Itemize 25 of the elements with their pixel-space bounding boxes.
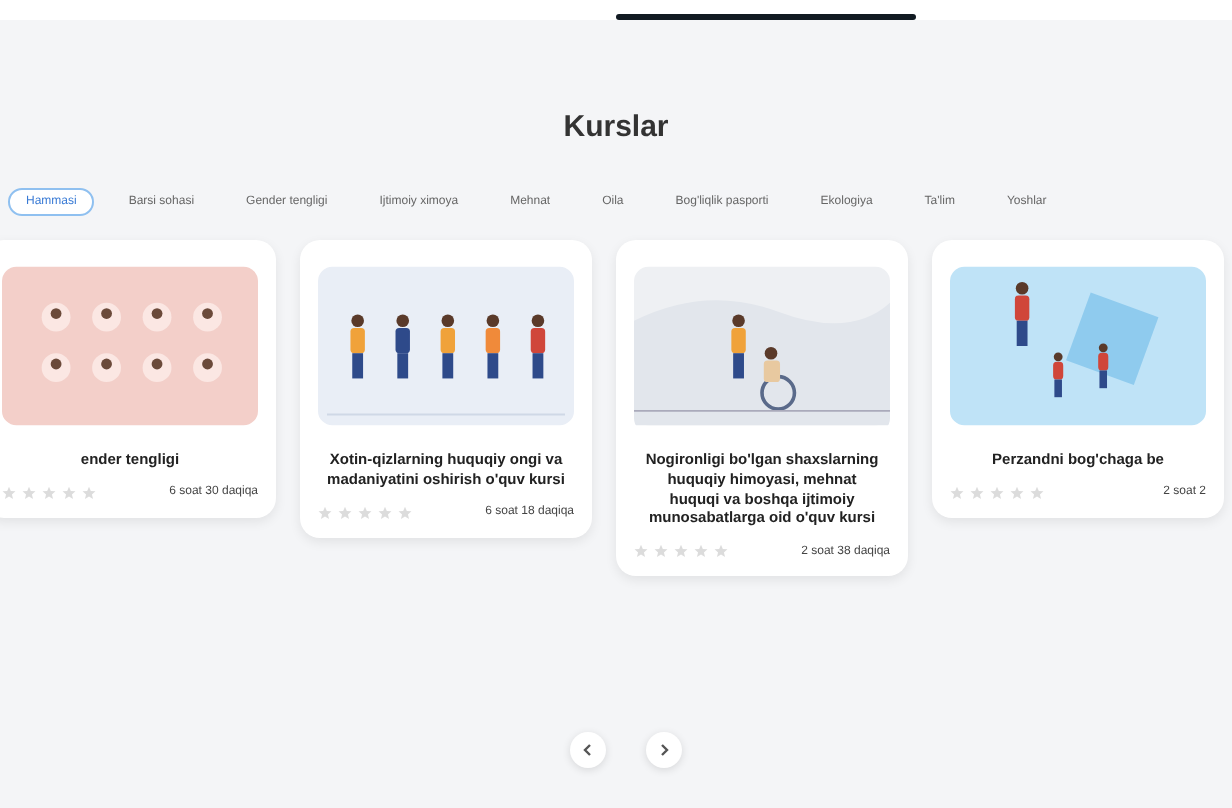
star-icon xyxy=(42,485,56,500)
star-icon xyxy=(398,505,412,519)
star-icon xyxy=(990,485,1004,500)
section-title: Kurslar xyxy=(561,110,671,144)
star-icon xyxy=(674,544,688,558)
star-icon xyxy=(634,544,648,558)
star-icon xyxy=(970,485,984,500)
chevron-left-icon xyxy=(582,744,594,756)
star-icon xyxy=(694,544,708,558)
star-icon xyxy=(378,505,392,519)
star-icon xyxy=(654,544,668,558)
star-icon xyxy=(714,544,728,558)
star-icon xyxy=(82,485,96,500)
star-icon xyxy=(1030,485,1044,500)
star-icon xyxy=(62,485,76,500)
previous-button[interactable] xyxy=(570,732,606,768)
star-icon xyxy=(2,485,16,500)
star-icon xyxy=(318,505,332,519)
star-icon xyxy=(358,505,372,519)
star-icon xyxy=(338,505,352,519)
star-icon xyxy=(22,485,36,500)
chevron-right-icon xyxy=(658,744,670,756)
star-icon xyxy=(1010,485,1024,500)
next-button[interactable] xyxy=(646,732,682,768)
star-icon xyxy=(950,485,964,500)
